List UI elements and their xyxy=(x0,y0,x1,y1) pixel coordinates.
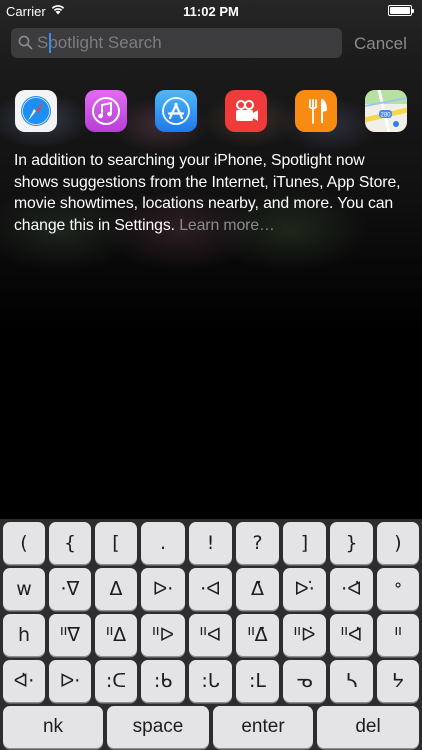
key[interactable]: ) xyxy=(377,522,419,564)
key[interactable]: ᐦᐁ xyxy=(49,614,91,656)
safari-icon[interactable] xyxy=(15,90,57,132)
search-input[interactable] xyxy=(37,28,337,58)
cancel-button[interactable]: Cancel xyxy=(354,34,407,54)
spotlight-info-text: In addition to searching your iPhone, Sp… xyxy=(14,150,412,236)
key[interactable]: h xyxy=(3,614,45,656)
key[interactable]: ᐃ̇ xyxy=(236,568,279,610)
key[interactable]: ? xyxy=(236,522,279,564)
key[interactable]: ᐦᐃ xyxy=(95,614,137,656)
app-store-icon[interactable] xyxy=(155,90,197,132)
key[interactable]: ·ᐊ̇ xyxy=(330,568,373,610)
search-field[interactable] xyxy=(11,28,342,58)
key[interactable]: ·ᐊ xyxy=(189,568,232,610)
delete-key[interactable]: del xyxy=(317,706,419,748)
key[interactable]: ᐦᐅ xyxy=(141,614,185,656)
key[interactable]: } xyxy=(330,522,373,564)
key[interactable]: :ᑲ xyxy=(141,660,185,702)
key[interactable]: ᐦᐃ̇ xyxy=(236,614,279,656)
key[interactable]: ᐦ xyxy=(377,614,419,656)
key[interactable]: ! xyxy=(189,522,232,564)
key[interactable]: ] xyxy=(283,522,326,564)
key[interactable]: ᐊ̇· xyxy=(3,660,45,702)
search-icon xyxy=(18,35,33,55)
key[interactable]: ᐅ·̇ xyxy=(283,568,326,610)
status-time: 11:02 PM xyxy=(183,4,239,19)
movies-icon[interactable] xyxy=(225,90,267,132)
key[interactable]: ᐤ xyxy=(377,568,419,610)
key[interactable]: ( xyxy=(3,522,45,564)
blurred-background xyxy=(0,0,422,520)
learn-more-link[interactable]: Learn more… xyxy=(179,217,275,234)
key[interactable]: ᐦᐊ xyxy=(189,614,232,656)
key[interactable]: ·ᐁ xyxy=(49,568,91,610)
space-key[interactable]: space xyxy=(107,706,209,748)
app-suggestions: 280 xyxy=(0,90,422,132)
itunes-icon[interactable] xyxy=(85,90,127,132)
maps-icon[interactable]: 280 xyxy=(365,90,407,132)
svg-text:280: 280 xyxy=(380,113,391,119)
text-caret xyxy=(49,33,51,53)
key[interactable]: :ᑕ xyxy=(95,660,137,702)
key[interactable]: [ xyxy=(95,522,137,564)
key[interactable]: :ᒐ xyxy=(189,660,232,702)
key[interactable]: . xyxy=(141,522,185,564)
key[interactable]: w xyxy=(3,568,45,610)
restaurants-icon[interactable] xyxy=(295,90,337,132)
key[interactable]: ᐃ xyxy=(95,568,137,610)
key[interactable]: ᐦᐊ̇ xyxy=(330,614,373,656)
key[interactable]: :ᒪ xyxy=(236,660,279,702)
key[interactable]: ᔭ xyxy=(377,660,419,702)
enter-key[interactable]: enter xyxy=(213,706,313,748)
battery-icon xyxy=(388,5,414,16)
key[interactable]: ᓴ xyxy=(330,660,373,702)
nk-key[interactable]: nk xyxy=(3,706,103,748)
keyboard: ( { [ . ! ? ] } ) w ·ᐁ ᐃ ᐅ· ·ᐊ ᐃ̇ ᐅ·̇ ·ᐊ… xyxy=(0,519,422,750)
key[interactable]: ᓀ xyxy=(283,660,326,702)
key[interactable]: ᐅ· xyxy=(49,660,91,702)
key[interactable]: { xyxy=(49,522,91,564)
status-bar: Carrier 11:02 PM xyxy=(0,0,422,22)
key[interactable]: ᐦᐅ̇ xyxy=(283,614,326,656)
key[interactable]: ᐅ· xyxy=(141,568,185,610)
